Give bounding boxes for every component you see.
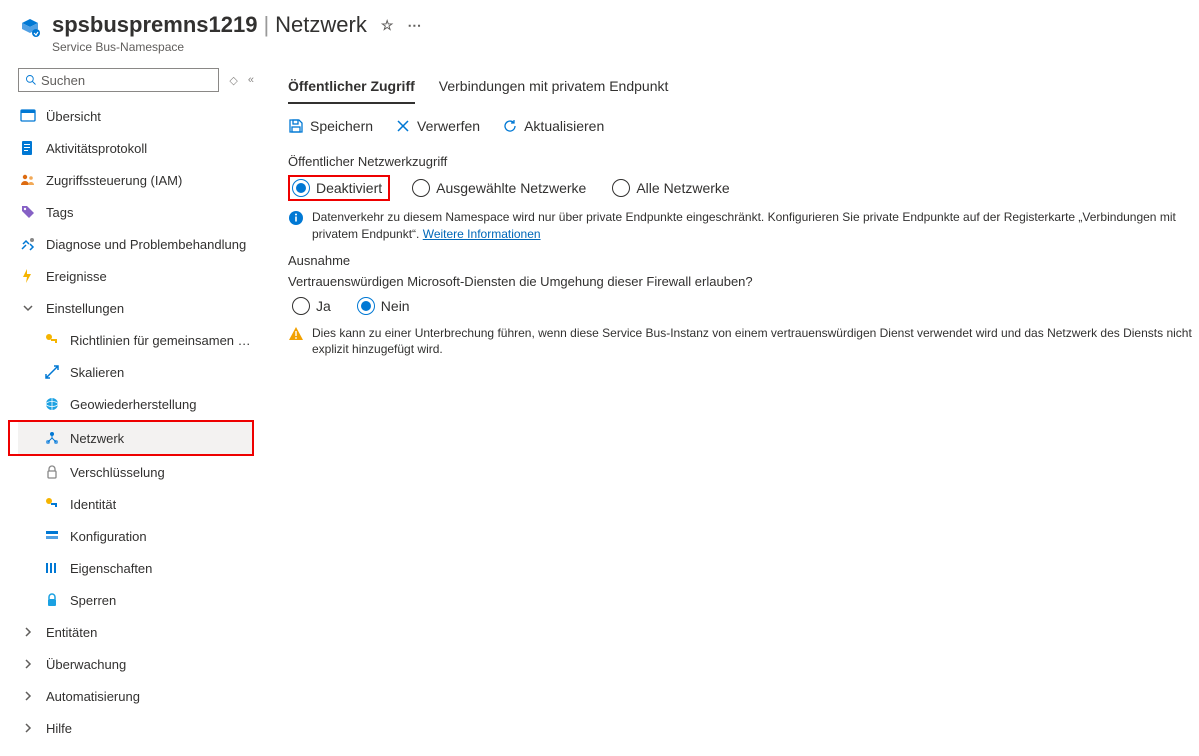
info-icon: [288, 210, 304, 226]
key-icon: [44, 332, 60, 348]
refresh-icon: [502, 118, 518, 134]
exception-question: Vertrauenswürdigen Microsoft-Diensten di…: [288, 274, 1199, 289]
radio-no[interactable]: Nein: [353, 295, 414, 317]
sidebar-group-automation[interactable]: Automatisierung: [18, 680, 254, 712]
exception-label: Ausnahme: [288, 253, 1199, 268]
sidebar-item-configuration[interactable]: Konfiguration: [18, 520, 254, 552]
radio-disabled[interactable]: Deaktiviert: [288, 175, 390, 201]
sidebar-item-diagnose[interactable]: Diagnose und Problembehandlung: [18, 228, 254, 260]
activity-log-icon: [20, 140, 36, 156]
more-icon[interactable]: ⋯: [407, 17, 421, 34]
public-access-label: Öffentlicher Netzwerkzugriff: [288, 154, 1199, 169]
scale-icon: [44, 364, 60, 380]
sidebar-item-activity-log[interactable]: Aktivitätsprotokoll: [18, 132, 254, 164]
expand-icon[interactable]: ◇: [229, 74, 237, 87]
chevron-down-icon: [20, 300, 36, 316]
radio-all-networks[interactable]: Alle Netzwerke: [608, 177, 733, 199]
discard-button[interactable]: Verwerfen: [395, 118, 480, 134]
sidebar-item-iam[interactable]: Zugriffssteuerung (IAM): [18, 164, 254, 196]
sidebar-item-locks[interactable]: Sperren: [18, 584, 254, 616]
sidebar-item-tags[interactable]: Tags: [18, 196, 254, 228]
resource-type-label: Service Bus-Namespace: [52, 40, 1181, 54]
sidebar-item-encryption[interactable]: Verschlüsselung: [18, 456, 254, 488]
collapse-menu-icon[interactable]: «: [248, 74, 254, 87]
search-input[interactable]: Suchen: [18, 68, 219, 92]
radio-yes[interactable]: Ja: [288, 295, 335, 317]
tab-private-endpoints[interactable]: Verbindungen mit privatem Endpunkt: [439, 72, 669, 104]
diagnose-icon: [20, 236, 36, 252]
page-title: spsbuspremns1219 | Netzwerk ☆ ⋯: [52, 12, 1181, 38]
chevron-right-icon: [20, 656, 36, 672]
refresh-button[interactable]: Aktualisieren: [502, 118, 604, 134]
sidebar-item-events[interactable]: Ereignisse: [18, 260, 254, 292]
events-icon: [20, 268, 36, 284]
chevron-right-icon: [20, 624, 36, 640]
properties-icon: [44, 560, 60, 576]
sidebar-item-overview[interactable]: Übersicht: [18, 100, 254, 132]
warning-icon: [288, 326, 304, 342]
chevron-right-icon: [20, 688, 36, 704]
iam-icon: [20, 172, 36, 188]
config-icon: [44, 528, 60, 544]
search-icon: [25, 74, 37, 86]
info-message: Datenverkehr zu diesem Namespace wird nu…: [288, 209, 1199, 243]
save-icon: [288, 118, 304, 134]
tags-icon: [20, 204, 36, 220]
globe-icon: [44, 396, 60, 412]
sidebar-item-network[interactable]: Netzwerk: [18, 422, 252, 454]
more-info-link[interactable]: Weitere Informationen: [423, 227, 541, 241]
sidebar-group-settings[interactable]: Einstellungen: [18, 292, 254, 324]
lock-icon: [44, 464, 60, 480]
sidebar-item-geo[interactable]: Geowiederherstellung: [18, 388, 254, 420]
sidebar-item-scale[interactable]: Skalieren: [18, 356, 254, 388]
overview-icon: [20, 108, 36, 124]
save-button[interactable]: Speichern: [288, 118, 373, 134]
sidebar-item-policies[interactable]: Richtlinien für gemeinsamen Z...: [18, 324, 254, 356]
warning-message: Dies kann zu einer Unterbrechung führen,…: [288, 325, 1199, 359]
discard-icon: [395, 118, 411, 134]
sidebar-item-properties[interactable]: Eigenschaften: [18, 552, 254, 584]
lock-icon: [44, 592, 60, 608]
network-icon: [44, 430, 60, 446]
tab-public-access[interactable]: Öffentlicher Zugriff: [288, 72, 415, 104]
service-bus-icon: [18, 16, 42, 40]
radio-selected-networks[interactable]: Ausgewählte Netzwerke: [408, 177, 590, 199]
favorite-star-icon[interactable]: ☆: [381, 17, 394, 34]
identity-icon: [44, 496, 60, 512]
sidebar-group-monitoring[interactable]: Überwachung: [18, 648, 254, 680]
sidebar-group-help[interactable]: Hilfe: [18, 712, 254, 744]
chevron-right-icon: [20, 720, 36, 736]
sidebar-group-entities[interactable]: Entitäten: [18, 616, 254, 648]
sidebar-item-identity[interactable]: Identität: [18, 488, 254, 520]
